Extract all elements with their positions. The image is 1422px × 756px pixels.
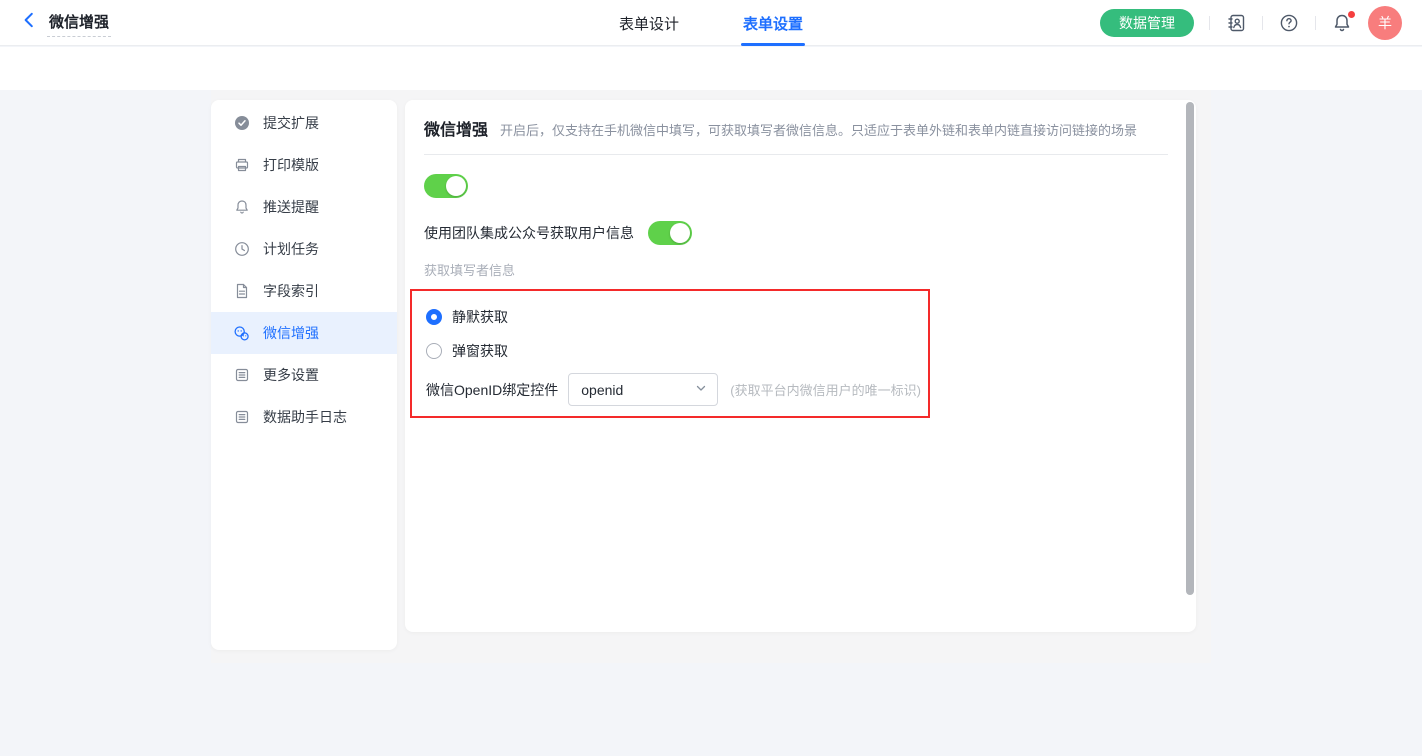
official-account-toggle[interactable]	[648, 221, 692, 245]
clock-icon	[233, 241, 250, 258]
radio-popup-fetch[interactable]: 弹窗获取	[426, 334, 928, 368]
contacts-icon[interactable]	[1225, 12, 1247, 34]
active-tab-indicator	[741, 43, 805, 46]
openid-binding-label: 微信OpenID绑定控件	[426, 380, 558, 400]
tab-form-settings[interactable]: 表单设置	[743, 0, 803, 46]
sidebar-item-label: 打印模版	[263, 155, 319, 175]
tab-form-design-label: 表单设计	[619, 13, 679, 34]
sidebar-item-label: 提交扩展	[263, 113, 319, 133]
openid-binding-row: 微信OpenID绑定控件 openid (获取平台内微信用户的唯一标识)	[426, 373, 928, 406]
printer-icon	[233, 157, 250, 174]
app-window: 微信增强 表单设计 表单设置 数据管理	[0, 0, 1422, 756]
form-title[interactable]: 微信增强	[47, 9, 111, 37]
notification-badge	[1348, 11, 1355, 18]
toggle-knob	[446, 176, 466, 196]
sidebar-item-label: 数据助手日志	[263, 407, 347, 427]
highlight-box: 静默获取 弹窗获取 微信OpenID绑定控件 openid (获取平台内微信用户…	[410, 289, 930, 418]
top-header: 微信增强 表单设计 表单设置 数据管理	[0, 0, 1422, 46]
header-left: 微信增强	[20, 9, 111, 37]
fetch-info-label: 获取填写者信息	[424, 260, 1168, 279]
avatar[interactable]: 羊	[1368, 6, 1402, 40]
sidebar-item-label: 微信增强	[263, 323, 319, 343]
back-chevron-icon	[20, 11, 38, 34]
panel-title: 微信增强	[424, 116, 488, 140]
wechat-icon	[233, 325, 250, 342]
help-icon[interactable]	[1278, 12, 1300, 34]
openid-select-value: openid	[581, 382, 623, 398]
list-icon	[233, 367, 250, 384]
back-button[interactable]	[20, 11, 38, 34]
sidebar-item-more-settings[interactable]: 更多设置	[211, 354, 397, 396]
openid-hint: (获取平台内微信用户的唯一标识)	[730, 380, 921, 399]
wechat-enhance-panel: 微信增强 开启后，仅支持在手机微信中填写，可获取填写者微信信息。只适应于表单外链…	[405, 100, 1196, 632]
header-tabs: 表单设计 表单设置	[619, 0, 803, 46]
radio-label: 静默获取	[452, 307, 508, 327]
sidebar-item-push-reminder[interactable]: 推送提醒	[211, 186, 397, 228]
tab-form-settings-label: 表单设置	[743, 13, 803, 34]
sidebar-item-label: 字段索引	[263, 281, 319, 301]
official-account-label: 使用团队集成公众号获取用户信息	[424, 223, 634, 243]
radio-label: 弹窗获取	[452, 341, 508, 361]
sidebar-item-wechat-enhance[interactable]: 微信增强	[211, 312, 397, 354]
divider	[1262, 16, 1263, 30]
toggle-knob	[670, 223, 690, 243]
list-icon	[233, 409, 250, 426]
notifications-bell-icon[interactable]	[1331, 12, 1353, 34]
sidebar-item-label: 推送提醒	[263, 197, 319, 217]
document-icon	[233, 283, 250, 300]
sidebar-item-label: 计划任务	[263, 239, 319, 259]
panel-description: 开启后，仅支持在手机微信中填写，可获取填写者微信信息。只适应于表单外链和表单内链…	[500, 120, 1137, 139]
divider	[1209, 16, 1210, 30]
openid-select[interactable]: openid	[568, 373, 718, 406]
wechat-enhance-toggle[interactable]	[424, 174, 468, 198]
sidebar-item-label: 更多设置	[263, 365, 319, 385]
divider	[1315, 16, 1316, 30]
check-circle-icon	[233, 115, 250, 132]
radio-button-checked[interactable]	[426, 309, 442, 325]
data-manage-button[interactable]: 数据管理	[1100, 9, 1194, 37]
official-account-row: 使用团队集成公众号获取用户信息	[424, 221, 1168, 245]
sidebar-item-scheduled-task[interactable]: 计划任务	[211, 228, 397, 270]
panel-header: 微信增强 开启后，仅支持在手机微信中填写，可获取填写者微信信息。只适应于表单外链…	[424, 116, 1168, 155]
sidebar-item-print-template[interactable]: 打印模版	[211, 144, 397, 186]
chevron-down-icon	[695, 381, 707, 399]
sidebar-item-data-assistant-log[interactable]: 数据助手日志	[211, 396, 397, 438]
radio-silent-fetch[interactable]: 静默获取	[426, 300, 928, 334]
sidebar-item-submit-extension[interactable]: 提交扩展	[211, 102, 397, 144]
bell-icon	[233, 199, 250, 216]
settings-sidebar: 提交扩展 打印模版 推送提醒 计划任务	[211, 100, 397, 650]
subheader-band	[0, 47, 1422, 90]
header-right: 数据管理	[1100, 6, 1402, 40]
tab-form-design[interactable]: 表单设计	[619, 0, 679, 46]
radio-button-unchecked[interactable]	[426, 343, 442, 359]
sidebar-item-field-index[interactable]: 字段索引	[211, 270, 397, 312]
scrollbar-thumb[interactable]	[1186, 102, 1194, 595]
